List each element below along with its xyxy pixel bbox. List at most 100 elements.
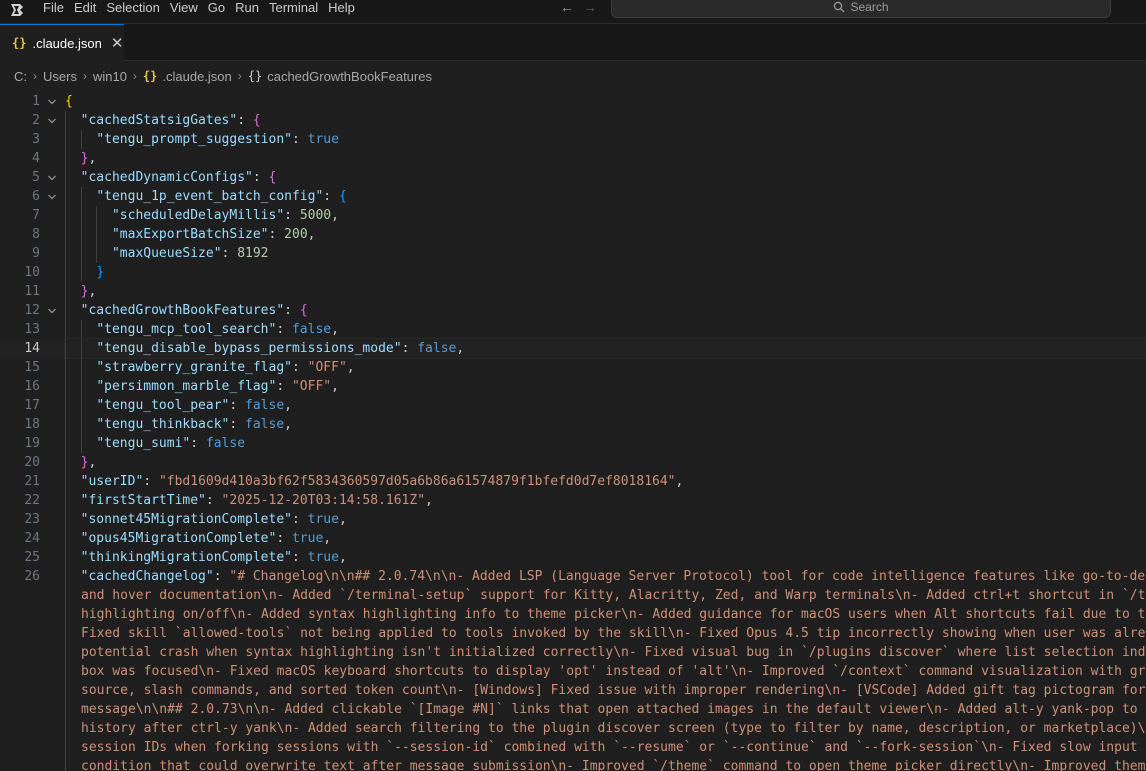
wrapped-line[interactable]: Fixed skill `allowed-tools` not being ap… bbox=[0, 624, 1146, 643]
code-token: : bbox=[221, 246, 238, 261]
wrapped-line[interactable]: session IDs when forking sessions with `… bbox=[0, 738, 1146, 757]
string-continuation: message\n\n## 2.0.73\n\n- Added clickabl… bbox=[81, 702, 1146, 717]
back-arrow-icon[interactable]: ← bbox=[560, 0, 574, 15]
tab-claude-json[interactable]: {} .claude.json ✕ bbox=[0, 24, 124, 61]
code-content: "tengu_mcp_tool_search": false, bbox=[65, 320, 1146, 339]
menu-help[interactable]: Help bbox=[323, 0, 360, 16]
code-line[interactable]: 1{ bbox=[0, 92, 1146, 111]
code-token: , bbox=[284, 417, 292, 432]
code-editor[interactable]: 1{2 "cachedStatsigGates": {3 "tengu_prom… bbox=[0, 92, 1146, 771]
breadcrumb-file[interactable]: .claude.json bbox=[162, 69, 231, 84]
code-token: , bbox=[88, 284, 97, 299]
code-line[interactable]: 9 "maxQueueSize": 8192 bbox=[0, 244, 1146, 263]
code-line[interactable]: 20 }, bbox=[0, 453, 1146, 472]
code-token: : bbox=[276, 531, 292, 546]
code-content: }, bbox=[65, 282, 1146, 301]
forward-arrow-icon[interactable]: → bbox=[583, 0, 597, 15]
code-token: "tengu_1p_event_batch_config" bbox=[96, 189, 324, 204]
indent-guide bbox=[80, 130, 82, 149]
indent-guide bbox=[96, 225, 98, 244]
indent-guide bbox=[65, 282, 66, 301]
code-content: "cachedDynamicConfigs": { bbox=[65, 168, 1146, 187]
wrapped-line[interactable]: highlighting on/off\n- Added syntax high… bbox=[0, 605, 1146, 624]
code-token: , bbox=[331, 322, 339, 337]
chevron-right-icon: › bbox=[132, 69, 137, 83]
code-line[interactable]: 10 } bbox=[0, 263, 1146, 282]
code-line[interactable]: 7 "scheduledDelayMillis": 5000, bbox=[0, 206, 1146, 225]
indent-guide bbox=[65, 320, 66, 339]
code-token: : bbox=[252, 170, 269, 185]
code-line[interactable]: 25 "thinkingMigrationComplete": true, bbox=[0, 548, 1146, 567]
menu-file[interactable]: File bbox=[38, 0, 69, 16]
code-line[interactable]: 19 "tengu_sumi": false bbox=[0, 434, 1146, 453]
line-number: 25 bbox=[24, 550, 40, 565]
code-token: "cachedStatsigGates" bbox=[80, 113, 238, 128]
close-icon[interactable]: ✕ bbox=[111, 34, 124, 52]
code-token: { bbox=[252, 113, 261, 128]
code-line[interactable]: 26 "cachedChangelog": "# Changelog\n\n##… bbox=[0, 567, 1146, 586]
indent-guide bbox=[65, 168, 66, 187]
code-token: "OFF" bbox=[307, 360, 347, 375]
code-line[interactable]: 18 "tengu_thinkback": false, bbox=[0, 415, 1146, 434]
menu-run[interactable]: Run bbox=[230, 0, 264, 16]
code-line[interactable]: 13 "tengu_mcp_tool_search": false, bbox=[0, 320, 1146, 339]
code-line[interactable]: 21 "userID": "fbd1609d410a3bf62f58343605… bbox=[0, 472, 1146, 491]
line-number: 4 bbox=[32, 151, 40, 166]
wrapped-line[interactable]: box was focused\n- Fixed macOS keyboard … bbox=[0, 662, 1146, 681]
breadcrumb: C: › Users › win10 › {} .claude.json › {… bbox=[14, 66, 432, 86]
breadcrumb-drive[interactable]: C: bbox=[14, 69, 27, 84]
menu-view[interactable]: View bbox=[165, 0, 203, 16]
code-line[interactable]: 12 "cachedGrowthBookFeatures": { bbox=[0, 301, 1146, 320]
code-line[interactable]: 14 "tengu_disable_bypass_permissions_mod… bbox=[0, 338, 1146, 359]
code-content: } bbox=[65, 263, 1146, 282]
indent-guide bbox=[65, 130, 66, 149]
code-line[interactable]: 23 "sonnet45MigrationComplete": true, bbox=[0, 510, 1146, 529]
breadcrumb-users[interactable]: Users bbox=[43, 69, 77, 84]
wrapped-line[interactable]: potential crash when syntax highlighting… bbox=[0, 643, 1146, 662]
wrapped-line[interactable]: source, slash commands, and sorted token… bbox=[0, 681, 1146, 700]
menu-selection[interactable]: Selection bbox=[101, 0, 164, 16]
wrapped-line[interactable]: history after ctrl-y yank\n- Added searc… bbox=[0, 719, 1146, 738]
code-line[interactable]: 24 "opus45MigrationComplete": true, bbox=[0, 529, 1146, 548]
code-line[interactable]: 6 "tengu_1p_event_batch_config": { bbox=[0, 187, 1146, 206]
code-token: : bbox=[323, 189, 339, 204]
string-continuation: condition that could overwrite text afte… bbox=[81, 759, 1146, 771]
indent-guide bbox=[80, 339, 82, 358]
code-content: "opus45MigrationComplete": true, bbox=[65, 529, 1146, 548]
code-token: { bbox=[299, 303, 308, 318]
vscode-logo-icon[interactable] bbox=[8, 2, 26, 18]
code-token: true bbox=[307, 132, 339, 147]
code-line[interactable]: 17 "tengu_tool_pear": false, bbox=[0, 396, 1146, 415]
indent-guide bbox=[65, 453, 66, 472]
string-continuation: potential crash when syntax highlighting… bbox=[81, 645, 1146, 660]
code-content: condition that could overwrite text afte… bbox=[65, 757, 1146, 771]
indent-guide bbox=[80, 434, 82, 453]
menu-terminal[interactable]: Terminal bbox=[264, 0, 323, 16]
wrapped-line[interactable]: condition that could overwrite text afte… bbox=[0, 757, 1146, 771]
code-content: "persimmon_marble_flag": "OFF", bbox=[65, 377, 1146, 396]
code-line[interactable]: 16 "persimmon_marble_flag": "OFF", bbox=[0, 377, 1146, 396]
code-line[interactable]: 3 "tengu_prompt_suggestion": true bbox=[0, 130, 1146, 149]
code-line[interactable]: 2 "cachedStatsigGates": { bbox=[0, 111, 1146, 130]
code-line[interactable]: 5 "cachedDynamicConfigs": { bbox=[0, 168, 1146, 187]
menu-go[interactable]: Go bbox=[203, 0, 230, 16]
code-line[interactable]: 22 "firstStartTime": "2025-12-20T03:14:5… bbox=[0, 491, 1146, 510]
indent-guide bbox=[80, 377, 82, 396]
code-line[interactable]: 4 }, bbox=[0, 149, 1146, 168]
code-line[interactable]: 15 "strawberry_granite_flag": "OFF", bbox=[0, 358, 1146, 377]
line-number: 3 bbox=[32, 132, 40, 147]
wrapped-line[interactable]: message\n\n## 2.0.73\n\n- Added clickabl… bbox=[0, 700, 1146, 719]
menu-edit[interactable]: Edit bbox=[69, 0, 101, 16]
code-token: "firstStartTime" bbox=[80, 493, 206, 508]
code-line[interactable]: 8 "maxExportBatchSize": 200, bbox=[0, 225, 1146, 244]
code-content: "thinkingMigrationComplete": true, bbox=[65, 548, 1146, 567]
code-line[interactable]: 11 }, bbox=[0, 282, 1146, 301]
string-continuation: Fixed skill `allowed-tools` not being ap… bbox=[81, 626, 1146, 641]
indent-guide bbox=[65, 415, 66, 434]
breadcrumb-win10[interactable]: win10 bbox=[93, 69, 127, 84]
indent-guide bbox=[65, 263, 66, 282]
command-center-search[interactable]: Search bbox=[611, 0, 1111, 18]
wrapped-line[interactable]: and hover documentation\n- Added `/termi… bbox=[0, 586, 1146, 605]
breadcrumb-symbol[interactable]: cachedGrowthBookFeatures bbox=[267, 69, 432, 84]
line-number: 7 bbox=[32, 208, 40, 223]
